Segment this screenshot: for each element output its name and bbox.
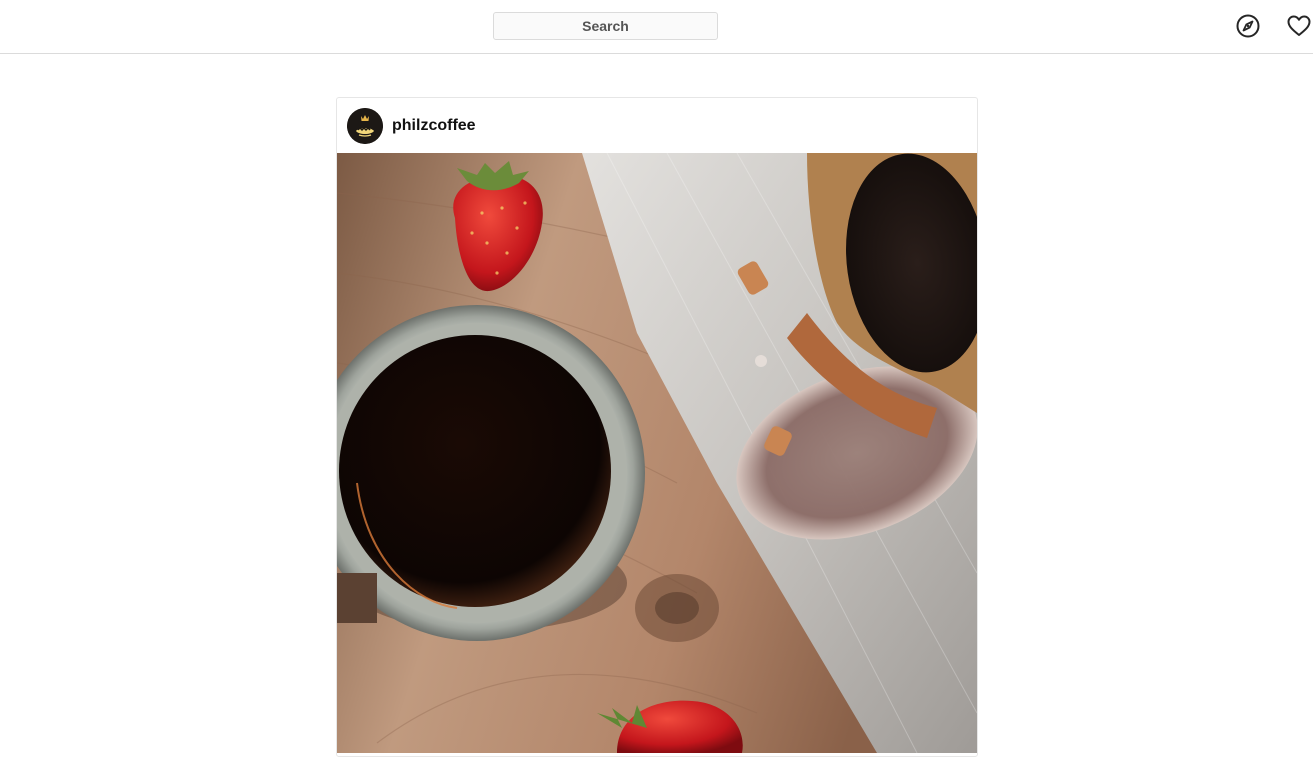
post-photo[interactable]: [337, 153, 977, 753]
post-username[interactable]: philzcoffee: [392, 117, 476, 135]
top-navigation-bar: Search: [0, 0, 1313, 54]
search-placeholder: Search: [582, 18, 629, 34]
avatar[interactable]: [347, 108, 383, 144]
feed-post: philzcoffee: [336, 97, 978, 757]
post-header: philzcoffee: [337, 98, 977, 154]
search-input[interactable]: Search: [493, 12, 718, 40]
heart-icon[interactable]: [1286, 13, 1312, 39]
philz-logo-icon: [347, 108, 383, 144]
compass-icon[interactable]: [1235, 13, 1261, 39]
